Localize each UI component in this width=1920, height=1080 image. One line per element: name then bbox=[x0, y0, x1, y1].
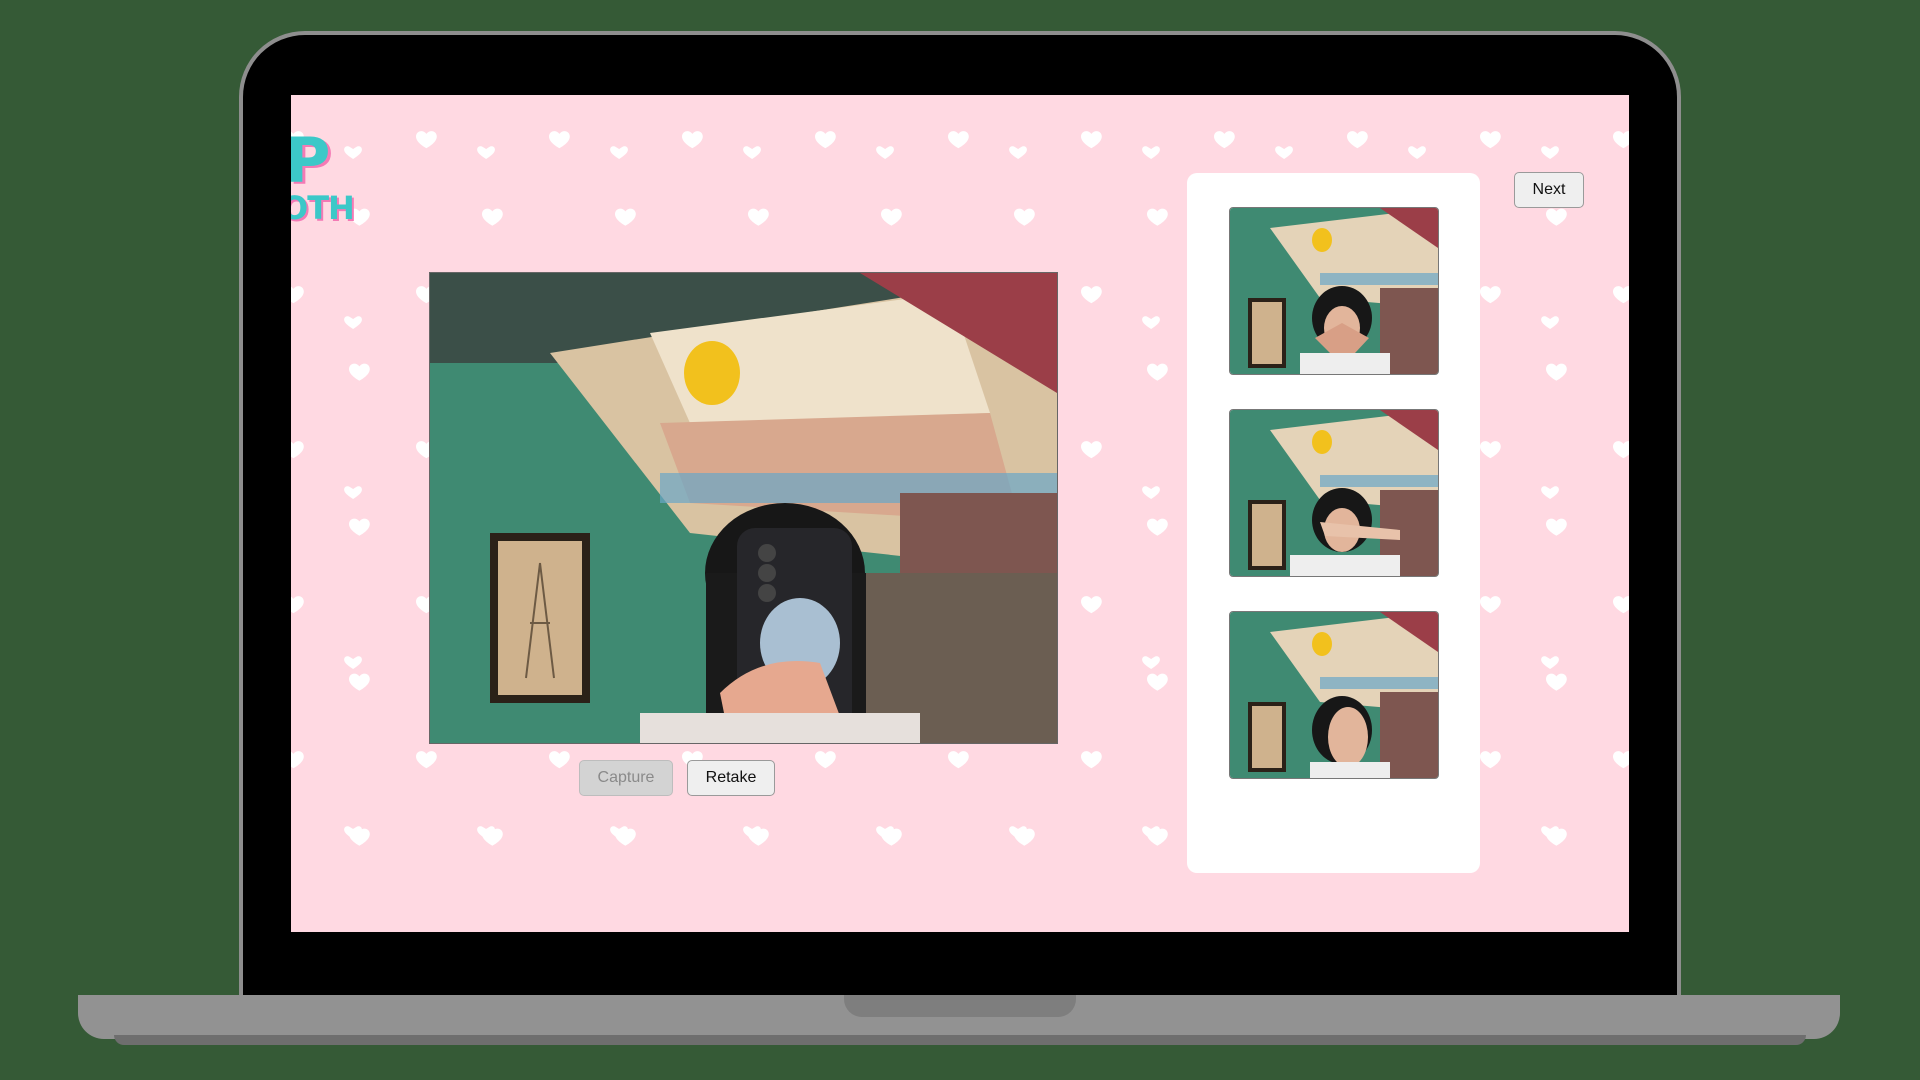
heart-decoration bbox=[948, 131, 969, 149]
heart-decoration bbox=[291, 441, 304, 459]
heart-decoration bbox=[1546, 518, 1567, 536]
logo-text-bottom: OTH bbox=[291, 189, 355, 227]
heart-decoration bbox=[1347, 131, 1368, 149]
heart-decoration bbox=[1546, 673, 1567, 691]
heart-decoration bbox=[682, 131, 703, 149]
heart-decoration bbox=[881, 208, 902, 226]
heart-decoration bbox=[349, 363, 370, 381]
heart-decoration bbox=[1081, 441, 1102, 459]
app-logo[interactable]: P OTH bbox=[291, 124, 355, 227]
heart-decoration bbox=[815, 751, 836, 769]
heart-decoration bbox=[815, 131, 836, 149]
heart-decoration bbox=[748, 208, 769, 226]
heart-decoration bbox=[549, 131, 570, 149]
heart-decoration bbox=[1480, 596, 1501, 614]
heart-decoration bbox=[1546, 363, 1567, 381]
heart-decoration bbox=[1147, 673, 1168, 691]
photo-image bbox=[1230, 410, 1438, 576]
heart-decoration bbox=[1214, 131, 1235, 149]
laptop-screen: P OTH Capture Retake Next bbox=[291, 95, 1629, 932]
heart-decoration bbox=[1480, 286, 1501, 304]
photobooth-page: P OTH Capture Retake Next bbox=[291, 95, 1629, 932]
camera-feed-image bbox=[430, 273, 1057, 743]
heart-decoration bbox=[948, 751, 969, 769]
heart-decoration bbox=[1147, 208, 1168, 226]
heart-decoration bbox=[1147, 363, 1168, 381]
logo-text-top: P bbox=[291, 124, 330, 197]
photo-thumbnail-1[interactable] bbox=[1229, 207, 1439, 375]
heart-decoration bbox=[349, 828, 370, 846]
heart-decoration bbox=[1613, 596, 1629, 614]
heart-decoration bbox=[1613, 286, 1629, 304]
laptop-base-shadow bbox=[114, 1035, 1806, 1045]
heart-decoration bbox=[349, 673, 370, 691]
heart-decoration bbox=[1147, 518, 1168, 536]
heart-decoration bbox=[1014, 208, 1035, 226]
photo-image bbox=[1230, 208, 1438, 374]
photo-image bbox=[1230, 612, 1438, 778]
heart-decoration bbox=[1480, 441, 1501, 459]
heart-decoration bbox=[291, 596, 304, 614]
laptop-notch bbox=[844, 995, 1076, 1017]
retake-button[interactable]: Retake bbox=[687, 760, 775, 796]
heart-decoration bbox=[881, 828, 902, 846]
next-button[interactable]: Next bbox=[1514, 172, 1584, 208]
heart-decoration bbox=[1081, 286, 1102, 304]
heart-decoration bbox=[1014, 828, 1035, 846]
heart-decoration bbox=[1613, 441, 1629, 459]
camera-preview bbox=[429, 272, 1058, 744]
heart-decoration bbox=[349, 518, 370, 536]
photo-thumbnail-3[interactable] bbox=[1229, 611, 1439, 779]
heart-decoration bbox=[291, 286, 304, 304]
heart-decoration bbox=[748, 828, 769, 846]
heart-decoration bbox=[1546, 208, 1567, 226]
heart-decoration bbox=[615, 828, 636, 846]
heart-decoration bbox=[1613, 131, 1629, 149]
heart-decoration bbox=[1081, 751, 1102, 769]
heart-decoration bbox=[482, 208, 503, 226]
photo-strip-panel bbox=[1187, 173, 1480, 873]
heart-decoration bbox=[1081, 131, 1102, 149]
heart-decoration bbox=[549, 751, 570, 769]
heart-decoration bbox=[1546, 828, 1567, 846]
capture-button[interactable]: Capture bbox=[579, 760, 673, 796]
heart-decoration bbox=[291, 751, 304, 769]
heart-decoration bbox=[1480, 751, 1501, 769]
heart-decoration bbox=[1480, 131, 1501, 149]
heart-decoration bbox=[1081, 596, 1102, 614]
heart-decoration bbox=[416, 751, 437, 769]
heart-decoration bbox=[482, 828, 503, 846]
heart-decoration bbox=[1147, 828, 1168, 846]
heart-decoration bbox=[1613, 751, 1629, 769]
heart-decoration bbox=[416, 131, 437, 149]
photo-thumbnail-2[interactable] bbox=[1229, 409, 1439, 577]
heart-decoration bbox=[615, 208, 636, 226]
